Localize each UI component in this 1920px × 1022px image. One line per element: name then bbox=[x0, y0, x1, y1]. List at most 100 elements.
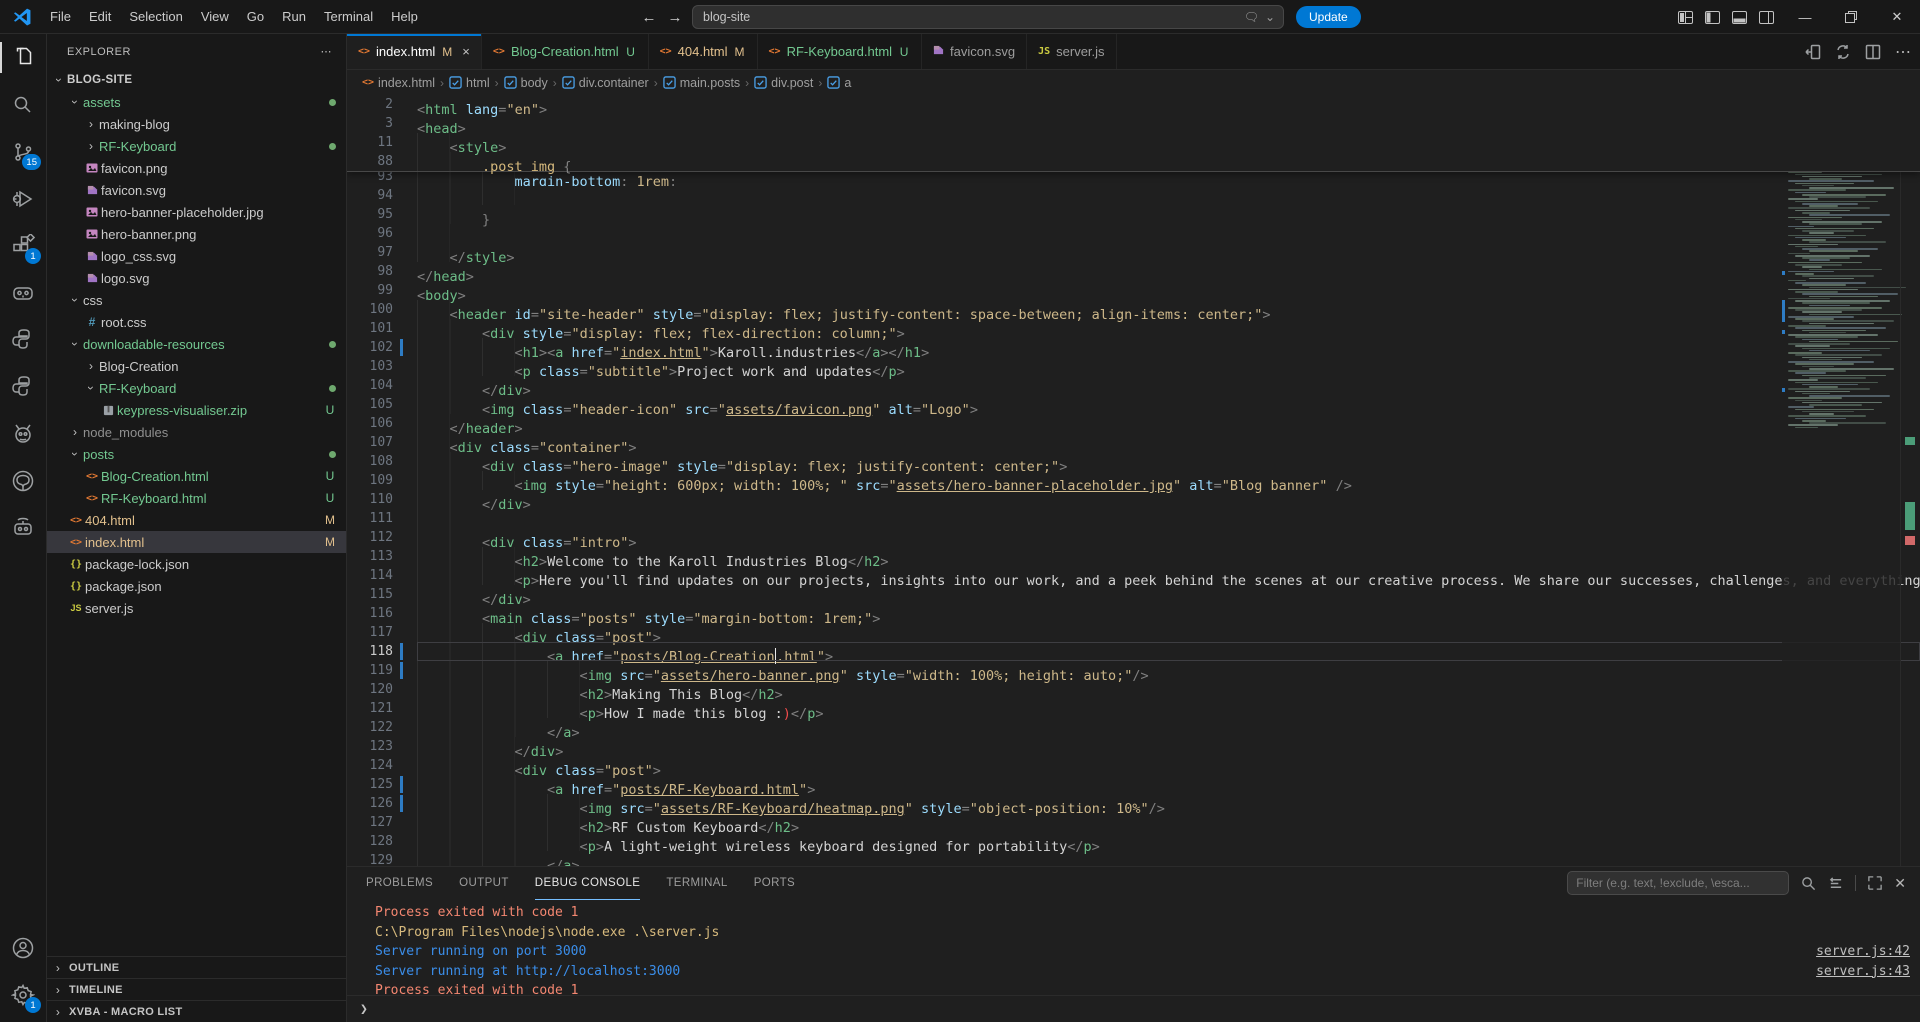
code-line-116[interactable]: 116<main class="posts" style="margin-bot… bbox=[347, 604, 1920, 623]
tree-item-favicon.svg[interactable]: favicon.svg bbox=[47, 179, 346, 201]
activity-python-2-icon[interactable] bbox=[0, 363, 46, 410]
tree-item-hero-banner-placeholder.jpg[interactable]: hero-banner-placeholder.jpg bbox=[47, 201, 346, 223]
tree-item-root.css[interactable]: #root.css bbox=[47, 311, 346, 333]
console-filter-input[interactable] bbox=[1567, 871, 1789, 895]
activity-python-1-icon[interactable] bbox=[0, 316, 46, 363]
debug-console-input[interactable]: ❯ bbox=[347, 995, 1920, 1022]
minimize-icon[interactable]: — bbox=[1782, 0, 1828, 34]
activity-search-icon[interactable] bbox=[0, 81, 46, 128]
sidebar-section-outline[interactable]: ›OUTLINE bbox=[47, 956, 346, 978]
tree-item-making-blog[interactable]: ›making-blog bbox=[47, 113, 346, 135]
sticky-line-11[interactable]: 11<style> bbox=[347, 133, 1920, 152]
maximize-panel-icon[interactable] bbox=[1868, 876, 1882, 890]
chevron-down-icon[interactable]: ⌄ bbox=[1265, 10, 1275, 24]
tree-item-package-lock.json[interactable]: {}package-lock.json bbox=[47, 553, 346, 575]
code-line-108[interactable]: 108<div class="hero-image" style="displa… bbox=[347, 452, 1920, 471]
breadcrumb-item-body[interactable]: body bbox=[504, 76, 548, 90]
activity-source-control-icon[interactable]: 15 bbox=[0, 128, 46, 175]
sync-compare-icon[interactable] bbox=[1835, 44, 1851, 60]
code-line-98[interactable]: 98</head> bbox=[347, 262, 1920, 281]
search-icon[interactable] bbox=[1801, 876, 1816, 891]
tree-item-node_modules[interactable]: ›node_modules bbox=[47, 421, 346, 443]
breadcrumb-item-index.html[interactable]: <>index.html bbox=[362, 76, 435, 90]
code-line-114[interactable]: 114<p>Here you'll find updates on our pr… bbox=[347, 566, 1920, 585]
tab-index.html[interactable]: <>index.htmlM× bbox=[347, 34, 482, 69]
menu-edit[interactable]: Edit bbox=[80, 0, 120, 34]
activity-run-debug-icon[interactable] bbox=[0, 175, 46, 222]
open-changes-icon[interactable] bbox=[1805, 44, 1821, 60]
sticky-line-2[interactable]: 2<html lang="en"> bbox=[347, 95, 1920, 114]
breadcrumb-item-main.posts[interactable]: main.posts bbox=[663, 76, 740, 90]
tab-favicon.svg[interactable]: favicon.svg bbox=[922, 34, 1027, 69]
code-line-122[interactable]: 122</a> bbox=[347, 718, 1920, 737]
tree-item-keypress-visualiser.zip[interactable]: keypress-visualiser.zipU bbox=[47, 399, 346, 421]
activity-ant-icon[interactable] bbox=[0, 410, 46, 457]
activity-github-icon[interactable] bbox=[0, 457, 46, 504]
menu-run[interactable]: Run bbox=[273, 0, 315, 34]
tree-item-blog-creation[interactable]: ›Blog-Creation bbox=[47, 355, 346, 377]
code-line-128[interactable]: 128<p>A light-weight wireless keyboard d… bbox=[347, 832, 1920, 851]
code-line-125[interactable]: 125<a href="posts/RF-Keyboard.html"> bbox=[347, 775, 1920, 794]
update-button[interactable]: Update bbox=[1296, 6, 1361, 28]
explorer-more-actions-icon[interactable]: ⋯ bbox=[321, 45, 333, 58]
forward-arrow-icon[interactable]: → bbox=[664, 6, 686, 28]
panel-tab-terminal[interactable]: TERMINAL bbox=[666, 867, 727, 900]
activity-extensions-icon[interactable]: 1 bbox=[0, 222, 46, 269]
code-line-95[interactable]: 95} bbox=[347, 205, 1920, 224]
customize-layout-icon[interactable] bbox=[1678, 11, 1693, 24]
back-arrow-icon[interactable]: ← bbox=[638, 6, 660, 28]
breadcrumb-item-html[interactable]: html bbox=[449, 76, 490, 90]
close-icon[interactable]: ✕ bbox=[1874, 0, 1920, 34]
restore-icon[interactable] bbox=[1828, 0, 1874, 34]
tree-item-rf-keyboard[interactable]: ›RF-Keyboard bbox=[47, 135, 346, 157]
sidebar-section-timeline[interactable]: ›TIMELINE bbox=[47, 978, 346, 1000]
breadcrumb-item-div.container[interactable]: div.container bbox=[562, 76, 649, 90]
code-line-105[interactable]: 105<img class="header-icon" src="assets/… bbox=[347, 395, 1920, 414]
code-line-113[interactable]: 113<h2>Welcome to the Karoll Industries … bbox=[347, 547, 1920, 566]
code-editor[interactable]: 93margin-bottom: 1rem;9495}9697</style>9… bbox=[347, 95, 1920, 866]
menu-view[interactable]: View bbox=[192, 0, 238, 34]
tab-server.js[interactable]: JSserver.js bbox=[1027, 34, 1116, 69]
tree-item-css[interactable]: ›css bbox=[47, 289, 346, 311]
code-line-124[interactable]: 124<div class="post"> bbox=[347, 756, 1920, 775]
activity-account-icon[interactable] bbox=[0, 924, 46, 971]
sticky-line-88[interactable]: 88.post img { bbox=[347, 152, 1920, 171]
menu-help[interactable]: Help bbox=[382, 0, 427, 34]
tree-item-logo.svg[interactable]: logo.svg bbox=[47, 267, 346, 289]
code-line-94[interactable]: 94 bbox=[347, 186, 1920, 205]
tree-item-package.json[interactable]: {}package.json bbox=[47, 575, 346, 597]
code-line-107[interactable]: 107<div class="container"> bbox=[347, 433, 1920, 452]
code-line-99[interactable]: 99<body> bbox=[347, 281, 1920, 300]
more-actions-icon[interactable]: ⋯ bbox=[1895, 42, 1912, 62]
panel-tab-problems[interactable]: PROBLEMS bbox=[366, 867, 433, 900]
code-line-129[interactable]: 129</a> bbox=[347, 851, 1920, 866]
tree-item-server.js[interactable]: JSserver.js bbox=[47, 597, 346, 619]
tree-item-hero-banner.png[interactable]: hero-banner.png bbox=[47, 223, 346, 245]
panel-tab-ports[interactable]: PORTS bbox=[754, 867, 795, 900]
menu-file[interactable]: File bbox=[41, 0, 80, 34]
code-line-123[interactable]: 123</div> bbox=[347, 737, 1920, 756]
toggle-secondary-sidebar-icon[interactable] bbox=[1759, 11, 1774, 24]
breadcrumb-item-div.post[interactable]: div.post bbox=[754, 76, 813, 90]
code-line-112[interactable]: 112<div class="intro"> bbox=[347, 528, 1920, 547]
console-source-link[interactable]: server.js:42 bbox=[1816, 942, 1910, 962]
code-line-118[interactable]: 118<a href="posts/Blog-Creation.html"> bbox=[347, 642, 1920, 661]
panel-tab-debug-console[interactable]: DEBUG CONSOLE bbox=[535, 867, 641, 900]
tree-item-favicon.png[interactable]: favicon.png bbox=[47, 157, 346, 179]
menu-go[interactable]: Go bbox=[238, 0, 273, 34]
tree-item-posts[interactable]: ›posts bbox=[47, 443, 346, 465]
code-line-100[interactable]: 100<header id="site-header" style="displ… bbox=[347, 300, 1920, 319]
tree-item-404.html[interactable]: <>404.htmlM bbox=[47, 509, 346, 531]
tree-item-downloadable-resources[interactable]: ›downloadable-resources bbox=[47, 333, 346, 355]
code-line-96[interactable]: 96 bbox=[347, 224, 1920, 243]
overview-ruler[interactable] bbox=[1900, 95, 1920, 866]
sidebar-section-xvba-macro-list[interactable]: ›XVBA - MACRO LIST bbox=[47, 1000, 346, 1022]
code-line-121[interactable]: 121<p>How I made this blog :)</p> bbox=[347, 699, 1920, 718]
menu-selection[interactable]: Selection bbox=[120, 0, 191, 34]
tree-item-assets[interactable]: ›assets bbox=[47, 91, 346, 113]
code-line-119[interactable]: 119<img src="assets/hero-banner.png" sty… bbox=[347, 661, 1920, 680]
code-line-117[interactable]: 117<div class="post"> bbox=[347, 623, 1920, 642]
toggle-primary-sidebar-icon[interactable] bbox=[1705, 11, 1720, 24]
search-input[interactable]: blog-site 🗨 ⌄ bbox=[692, 5, 1284, 29]
panel-tab-output[interactable]: OUTPUT bbox=[459, 867, 509, 900]
